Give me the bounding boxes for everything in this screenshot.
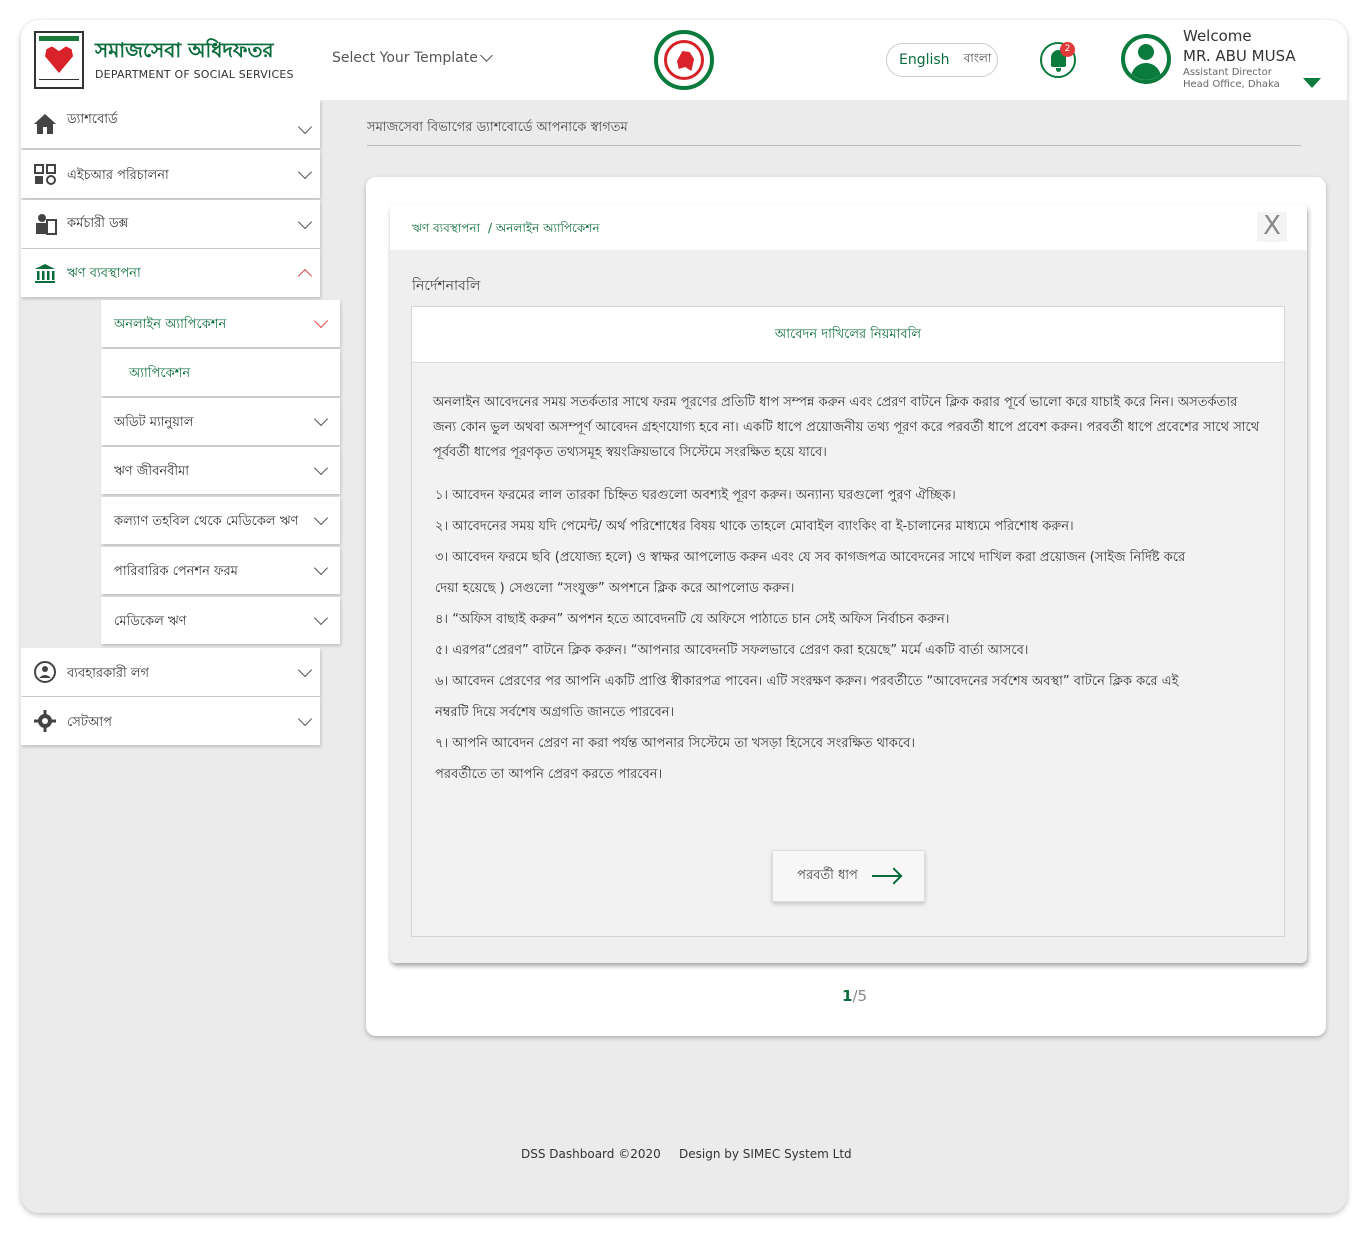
list-item: পরবর্তীতে তা আপনি প্রেরণ করতে পারবেন।	[435, 767, 663, 782]
sidebar-item-label: কর্মচারী ডক্স	[67, 216, 129, 231]
notification-badge: 2	[1060, 42, 1075, 57]
close-button[interactable]: X	[1257, 212, 1287, 242]
sidebar-sub-label: অ্যাপিকেশন	[129, 366, 191, 381]
sidebar-sub-welfare-medical-loan[interactable]: কল্যাণ তহবিল থেকে মেডিকেল ঋণ	[101, 497, 340, 544]
chevron-up-icon	[297, 268, 313, 284]
chevron-down-icon	[313, 560, 329, 576]
user-role: Assistant Director	[1183, 67, 1272, 78]
sidebar-item-user-log[interactable]: ব্যবহারকারী লগ	[21, 648, 320, 696]
sidebar-item-label: ব্যবহারকারী লগ	[67, 666, 150, 681]
employee-docs-icon	[33, 212, 57, 236]
bank-icon	[33, 261, 57, 285]
breadcrumb-online-application[interactable]: / অনলাইন অ্যাপিকেশন	[488, 220, 599, 240]
sidebar-sub-online-application[interactable]: অনলাইন অ্যাপিকেশন	[101, 300, 340, 347]
user-log-icon	[33, 660, 57, 684]
breadcrumb: ঋণ ব্যবস্থাপনা / অনলাইন অ্যাপিকেশন	[412, 220, 600, 240]
breadcrumb-bar: ঋণ ব্যবস্থাপনা / অনলাইন অ্যাপিকেশন X	[390, 204, 1307, 250]
pagination: 1/5	[842, 987, 867, 1005]
breadcrumb-loan-management[interactable]: ঋণ ব্যবস্থাপনা	[412, 220, 480, 240]
sidebar-item-setup[interactable]: সেটআপ	[21, 697, 320, 745]
chevron-down-icon	[313, 610, 329, 626]
next-step-button[interactable]: পরবর্তী ধাপ	[772, 850, 925, 902]
chevron-down-icon	[479, 49, 493, 62]
list-item: নম্বরটি দিয়ে সর্বশেষ অগ্রগতি জানতে পারব…	[435, 705, 675, 720]
top-header: সমাজসেবা অধিদফতর DEPARTMENT OF SOCIAL SE…	[21, 20, 1347, 100]
instructions-title: নির্দেশনাবলি	[412, 278, 481, 294]
list-item: ২। আবেদনের সময় যদি পেমেন্ট/ অর্থ পরিশোধ…	[435, 519, 1074, 534]
list-item: দেয়া হয়েছে ) সেগুলো “সংযুক্ত” অপশনে ক্…	[435, 581, 795, 596]
sidebar-sub-label: অডিট ম্যানুয়াল	[114, 415, 194, 430]
sidebar-item-label: ড্যাশবোর্ড	[67, 112, 118, 127]
welcome-text: Welcome	[1183, 27, 1252, 45]
template-select-label: Select Your Template	[332, 50, 478, 66]
sidebar-item-hr[interactable]: এইচআর পরিচালনা	[21, 150, 320, 198]
sidebar-item-employee-docs[interactable]: কর্মচারী ডক্স	[21, 200, 320, 248]
language-toggle[interactable]: English বাংলা	[886, 43, 998, 77]
page-current: 1	[842, 987, 853, 1005]
sidebar-sub-label: মেডিকেল ঋণ	[114, 614, 187, 629]
org-name-en: DEPARTMENT OF SOCIAL SERVICES	[95, 68, 294, 81]
sidebar-sub-label: পারিবারিক পেনশন ফরম	[114, 564, 238, 579]
chevron-down-icon	[313, 460, 329, 476]
government-seal-logo	[654, 30, 714, 90]
list-item: ৪। “অফিস বাছাই করুন” অপশন হতে আবেদনটি যে…	[435, 612, 950, 627]
sidebar-sub-label: ঋণ জীবনবীমা	[114, 464, 190, 479]
dss-logo[interactable]	[34, 31, 84, 89]
avatar[interactable]	[1121, 34, 1171, 84]
sidebar-item-dashboard[interactable]: ড্যাশবোর্ড	[21, 100, 320, 148]
chevron-down-icon	[313, 313, 329, 329]
user-office: Head Office, Dhaka	[1183, 79, 1280, 90]
sidebar-item-label: এইচআর পরিচালনা	[67, 168, 169, 183]
rules-list: ১। আবেদন ফরমের লাল তারকা চিহ্নিত ঘরগুলো …	[435, 480, 1265, 790]
sidebar-sub-audit-manual[interactable]: অডিট ম্যানুয়াল	[101, 398, 340, 445]
sidebar-item-label: ঋণ ব্যবস্থাপনা	[67, 266, 141, 281]
divider	[367, 145, 1301, 146]
template-select[interactable]: Select Your Template	[332, 49, 493, 66]
sidebar-sub-loan-insurance[interactable]: ঋণ জীবনবীমা	[101, 447, 340, 494]
chevron-down-icon	[313, 510, 329, 526]
org-name-bn: সমাজসেবা অধিদফতর	[95, 38, 274, 62]
footer-credit: Design by SIMEC System Ltd	[679, 1147, 852, 1161]
sidebar-sub-family-pension-form[interactable]: পারিবারিক পেনশন ফরম	[101, 547, 340, 594]
lang-english[interactable]: English	[899, 52, 950, 68]
page-total: /5	[852, 987, 868, 1005]
sidebar-sub-medical-loan[interactable]: মেডিকেল ঋণ	[101, 597, 340, 644]
list-item: ৫। এরপর“প্রেরণ” বাটনে ক্লিক করুন। “আপনার…	[435, 643, 1029, 658]
list-item: ৭। আপনি আবেদন প্রেরণ না করা পর্যন্ত আপনা…	[435, 736, 915, 751]
gear-icon	[33, 709, 57, 733]
rules-heading: আবেদন দাখিলের নিয়মাবলি	[412, 307, 1284, 363]
list-item: ৬। আবেদন প্রেরণের পর আপনি একটি প্রাপ্তি …	[435, 674, 1179, 689]
sidebar-sub-application[interactable]: অ্যাপিকেশন	[101, 349, 340, 396]
rules-box: আবেদন দাখিলের নিয়মাবলি অনলাইন আবেদনের স…	[411, 306, 1285, 937]
intro-paragraph: অনলাইন আবেদনের সময় সতর্কতার সাথে ফরম পূ…	[433, 395, 1260, 460]
list-item: ১। আবেদন ফরমের লাল তারকা চিহ্নিত ঘরগুলো …	[435, 488, 956, 503]
arrow-right-icon	[871, 875, 900, 877]
chevron-down-icon	[313, 411, 329, 427]
list-item: ৩। আবেদন ফরমে ছবি (প্রযোজ্য হলে) ও স্বাক…	[435, 550, 1186, 565]
next-step-label: পরবর্তী ধাপ	[797, 867, 858, 883]
welcome-heading: সমাজসেবা বিভাগের ড্যাশবোর্ডে আপনাকে স্বা…	[367, 120, 628, 135]
sidebar-sub-label: কল্যাণ তহবিল থেকে মেডিকেল ঋণ	[114, 514, 299, 529]
sidebar-sub-label: অনলাইন অ্যাপিকেশন	[114, 317, 227, 332]
home-icon	[33, 112, 57, 136]
sidebar-item-label: সেটআপ	[67, 715, 112, 730]
app-window: সমাজসেবা অধিদফতর DEPARTMENT OF SOCIAL SE…	[21, 20, 1347, 1213]
user-menu-dropdown-icon[interactable]	[1303, 78, 1321, 88]
lang-bangla[interactable]: বাংলা	[964, 50, 992, 70]
sidebar-item-loan-management[interactable]: ঋণ ব্যবস্থাপনা	[21, 249, 320, 297]
footer-copyright: DSS Dashboard ©2020	[521, 1147, 661, 1161]
hr-icon	[33, 162, 57, 186]
heart-icon	[45, 46, 73, 73]
user-name: MR. ABU MUSA	[1183, 47, 1296, 65]
